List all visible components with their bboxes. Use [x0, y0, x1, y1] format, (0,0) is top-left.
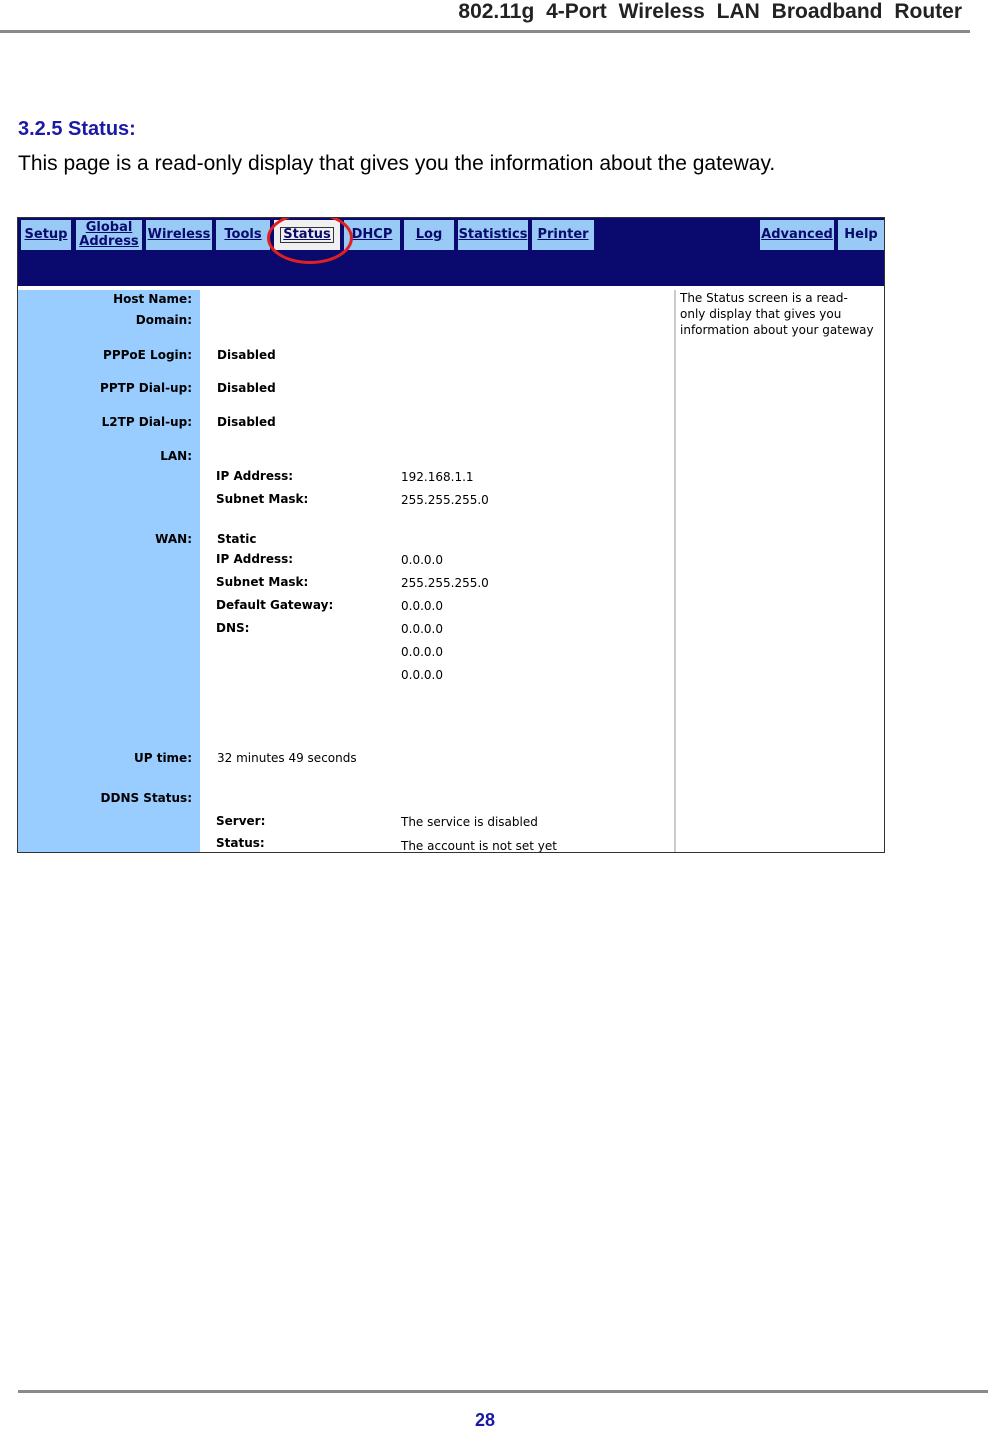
value-pptp: Disabled: [217, 381, 276, 395]
wan-mask-label: Subnet Mask:: [216, 575, 309, 589]
label-l2tp: L2TP Dial-up:: [101, 415, 192, 429]
lan-mask-value: 255.255.255.0: [401, 493, 489, 507]
section-intro: This page is a read-only display that gi…: [18, 152, 776, 175]
page-number: 28: [474, 1410, 496, 1430]
router-status-screenshot: Setup Global Address Wireless Tools Stat…: [17, 217, 885, 853]
label-domain: Domain:: [135, 313, 192, 327]
header-title: 802.11g 4-Port Wireless LAN Broadband Ro…: [458, 0, 962, 23]
status-value: The account is not set yet: [401, 839, 557, 853]
help-text: The Status screen is a read- only displa…: [680, 291, 874, 337]
server-label: Server:: [216, 814, 266, 828]
dns-label: DNS:: [216, 621, 250, 635]
tab-setup[interactable]: Setup: [21, 220, 71, 250]
label-ddns: DDNS Status:: [100, 791, 192, 805]
label-host-name: Host Name:: [113, 292, 192, 306]
value-pppoe: Disabled: [217, 348, 276, 362]
tab-wireless[interactable]: Wireless: [146, 220, 212, 250]
tab-printer[interactable]: Printer: [532, 220, 594, 250]
lan-ip-value: 192.168.1.1: [401, 470, 474, 484]
label-column: [18, 290, 200, 852]
status-label: Status:: [216, 836, 265, 850]
label-lan: LAN:: [160, 449, 192, 463]
wan-gateway-label: Default Gateway:: [216, 598, 334, 612]
footer-rule: [18, 1390, 988, 1393]
wan-mask-value: 255.255.255.0: [401, 576, 489, 590]
label-pppoe: PPPoE Login:: [103, 348, 192, 362]
wan-type: Static: [217, 532, 257, 546]
value-l2tp: Disabled: [217, 415, 276, 429]
nav-bar: Setup Global Address Wireless Tools Stat…: [18, 218, 884, 286]
label-wan: WAN:: [155, 532, 192, 546]
dns-value-3: 0.0.0.0: [401, 668, 443, 682]
tab-log[interactable]: Log: [404, 220, 454, 250]
lan-mask-label: Subnet Mask:: [216, 492, 309, 506]
server-value: The service is disabled: [401, 815, 538, 829]
tab-tools[interactable]: Tools: [216, 220, 270, 250]
dns-value-1: 0.0.0.0: [401, 622, 443, 636]
help-panel: The Status screen is a read- only displa…: [674, 290, 884, 852]
label-pptp: PPTP Dial-up:: [100, 381, 192, 395]
section-heading: 3.2.5 Status:: [18, 118, 136, 140]
tab-global-address[interactable]: Global Address: [76, 220, 142, 250]
wan-ip-value: 0.0.0.0: [401, 553, 443, 567]
tab-help[interactable]: Help: [838, 220, 884, 250]
lan-ip-label: IP Address:: [216, 469, 294, 483]
tab-statistics[interactable]: Statistics: [458, 220, 528, 250]
tab-advanced[interactable]: Advanced: [760, 220, 834, 250]
wan-gateway-value: 0.0.0.0: [401, 599, 443, 613]
page-header: 802.11g 4-Port Wireless LAN Broadband Ro…: [0, 0, 970, 33]
dns-value-2: 0.0.0.0: [401, 645, 443, 659]
label-uptime: UP time:: [133, 751, 192, 765]
uptime-value: 32 minutes 49 seconds: [217, 751, 357, 765]
wan-ip-label: IP Address:: [216, 552, 294, 566]
